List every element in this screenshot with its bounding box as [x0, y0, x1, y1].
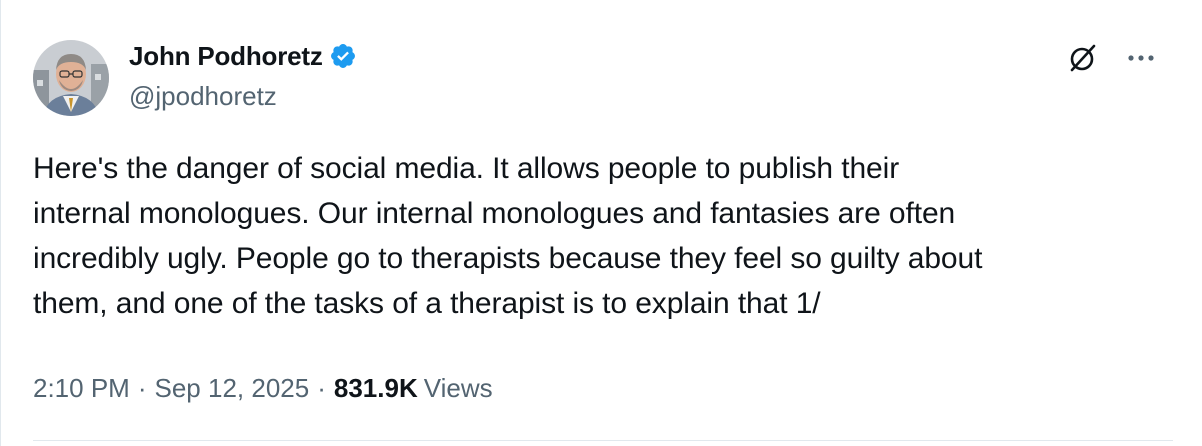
more-options-button[interactable] [1117, 38, 1165, 78]
author-name-row[interactable]: John Podhoretz [129, 40, 357, 72]
tweet-line: internal monologues. Our internal monolo… [33, 197, 956, 230]
tweet-card: John Podhoretz @jpodhoretz Here's the da… [0, 0, 1202, 446]
tweet-date[interactable]: Sep 12, 2025 [155, 370, 310, 406]
grok-button[interactable] [1063, 38, 1103, 78]
tweet-time[interactable]: 2:10 PM [33, 370, 130, 406]
display-name[interactable]: John Podhoretz [129, 40, 323, 72]
verified-badge-icon[interactable] [329, 42, 357, 70]
views-label[interactable]: Views [418, 370, 493, 406]
tweet-line: Here's the danger of social media. It al… [33, 152, 900, 185]
tweet-meta: 2:10 PM · Sep 12, 2025 · 831.9K Views [33, 370, 493, 406]
author-handle[interactable]: @jpodhoretz [129, 80, 277, 112]
meta-separator: · [317, 373, 326, 403]
meta-separator: · [137, 373, 147, 403]
grok-icon [1070, 44, 1096, 72]
tweet-line: incredibly ugly. People go to therapists… [33, 242, 983, 275]
divider [33, 440, 1173, 441]
tweet-text: Here's the danger of social media. It al… [33, 146, 1173, 326]
avatar[interactable] [33, 40, 109, 116]
views-count[interactable]: 831.9K [334, 370, 418, 406]
tweet-line: them, and one of the tasks of a therapis… [33, 287, 821, 320]
more-dots-icon [1128, 55, 1154, 61]
